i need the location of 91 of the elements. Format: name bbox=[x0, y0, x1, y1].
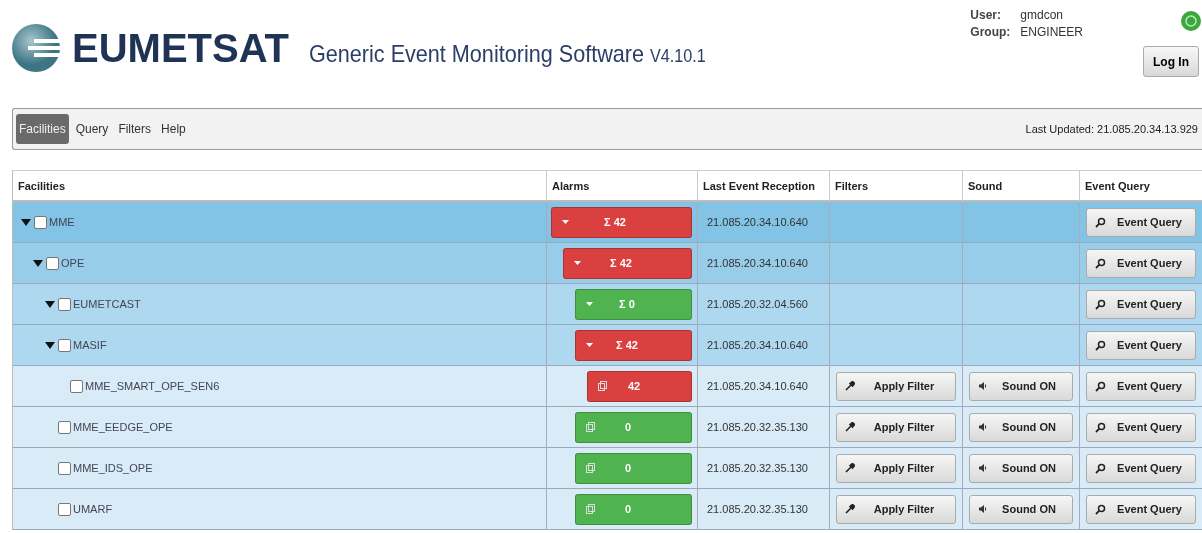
search-icon bbox=[1095, 216, 1106, 228]
sound-button[interactable]: Sound ON bbox=[969, 494, 1073, 524]
last-event-time: 21.085.20.32.35.130 bbox=[707, 503, 808, 515]
logo-wordmark: EUMETSAT bbox=[72, 25, 290, 71]
group-label: Group: bbox=[970, 24, 1011, 41]
facility-name: MASIF bbox=[73, 339, 107, 351]
last-event-time: 21.085.20.34.10.640 bbox=[707, 380, 808, 392]
checkbox[interactable] bbox=[58, 461, 71, 475]
search-icon bbox=[1095, 462, 1106, 474]
clipboard-icon bbox=[586, 504, 595, 514]
column-header: Filters bbox=[830, 171, 963, 202]
user-label: User: bbox=[970, 7, 1002, 24]
expand-arrow-icon[interactable] bbox=[33, 259, 43, 267]
search-icon bbox=[1095, 298, 1106, 310]
facility-name: MME_EEDGE_OPE bbox=[73, 421, 173, 433]
wrench-icon bbox=[845, 422, 855, 432]
speaker-icon bbox=[978, 504, 988, 514]
expand-arrow-icon[interactable] bbox=[45, 300, 55, 308]
checkbox[interactable] bbox=[58, 502, 71, 516]
caret-icon bbox=[562, 220, 569, 224]
apply-filter-button[interactable]: Apply Filter bbox=[836, 453, 956, 483]
search-icon bbox=[1095, 257, 1106, 269]
checkbox[interactable] bbox=[58, 297, 71, 311]
caret-icon bbox=[586, 343, 593, 347]
event-query-button[interactable]: Event Query bbox=[1086, 289, 1196, 319]
clipboard-icon bbox=[586, 463, 595, 473]
event-query-button[interactable]: Event Query bbox=[1086, 453, 1196, 483]
last-event-time: 21.085.20.32.35.130 bbox=[707, 462, 808, 474]
checkbox[interactable] bbox=[58, 338, 71, 352]
globe-logo-icon bbox=[12, 22, 62, 74]
event-query-button[interactable]: Event Query bbox=[1086, 494, 1196, 524]
alarm-count-button[interactable]: Σ 42 bbox=[575, 329, 692, 361]
facility-name: EUMETCAST bbox=[73, 298, 141, 310]
checkbox[interactable] bbox=[58, 420, 71, 434]
sound-button[interactable]: Sound ON bbox=[969, 412, 1073, 442]
event-query-button[interactable]: Event Query bbox=[1086, 207, 1196, 237]
caret-icon bbox=[586, 302, 593, 306]
status-light-icon bbox=[1180, 10, 1202, 32]
sound-button[interactable]: Sound ON bbox=[969, 371, 1073, 401]
speaker-icon bbox=[978, 422, 988, 432]
event-query-button[interactable]: Event Query bbox=[1086, 371, 1196, 401]
search-icon bbox=[1095, 421, 1106, 433]
checkbox[interactable] bbox=[46, 256, 59, 270]
sound-button[interactable]: Sound ON bbox=[969, 453, 1073, 483]
caret-icon bbox=[574, 261, 581, 265]
event-query-button[interactable]: Event Query bbox=[1086, 412, 1196, 442]
menu-tab[interactable]: Filters bbox=[115, 114, 155, 144]
search-icon bbox=[1095, 380, 1106, 392]
apply-filter-button[interactable]: Apply Filter bbox=[836, 371, 956, 401]
wrench-icon bbox=[845, 381, 855, 391]
menu-tab[interactable]: Help bbox=[158, 114, 189, 144]
alarm-count-button[interactable]: Σ 42 bbox=[563, 247, 692, 279]
last-event-time: 21.085.20.32.04.560 bbox=[707, 298, 808, 310]
checkbox[interactable] bbox=[34, 215, 47, 229]
speaker-icon bbox=[978, 463, 988, 473]
event-query-button[interactable]: Event Query bbox=[1086, 330, 1196, 360]
last-event-time: 21.085.20.32.35.130 bbox=[707, 421, 808, 433]
apply-filter-button[interactable]: Apply Filter bbox=[836, 412, 956, 442]
last-event-time: 21.085.20.34.10.640 bbox=[707, 216, 808, 228]
alarm-count-button[interactable]: Σ 42 bbox=[551, 206, 692, 238]
group-name: ENGINEER bbox=[1020, 24, 1083, 41]
last-event-time: 21.085.20.34.10.640 bbox=[707, 339, 808, 351]
event-query-button[interactable]: Event Query bbox=[1086, 248, 1196, 278]
facility-name: MME_SMART_OPE_SEN6 bbox=[85, 380, 220, 392]
wrench-icon bbox=[845, 463, 855, 473]
login-button[interactable]: Log In bbox=[1143, 46, 1199, 77]
facility-name: MME bbox=[49, 216, 75, 228]
user-name: gmdcon bbox=[1020, 7, 1064, 24]
facility-name: UMARF bbox=[73, 503, 113, 515]
clipboard-icon bbox=[598, 381, 607, 391]
apply-filter-button[interactable]: Apply Filter bbox=[836, 494, 956, 524]
facility-name: MME_IDS_OPE bbox=[73, 462, 153, 474]
expand-arrow-icon[interactable] bbox=[21, 218, 31, 226]
alarm-count-button[interactable]: 42 bbox=[587, 370, 692, 402]
facility-name: OPE bbox=[61, 257, 85, 269]
wrench-icon bbox=[845, 504, 855, 514]
last-updated-text: Last Updated: 21.085.20.34.13.929 bbox=[1025, 123, 1199, 135]
search-icon bbox=[1095, 503, 1106, 515]
menu-tab[interactable]: Facilities bbox=[16, 114, 69, 144]
clipboard-icon bbox=[586, 422, 595, 432]
menu-tab[interactable]: Query bbox=[72, 114, 112, 144]
column-header: Last Event Reception bbox=[698, 171, 830, 202]
expand-arrow-icon[interactable] bbox=[45, 341, 55, 349]
app-title: Generic Event Monitoring Software V4.10.1 bbox=[309, 40, 706, 68]
column-header: Facilities bbox=[13, 171, 547, 202]
column-header: Alarms bbox=[547, 171, 698, 202]
column-header: Sound bbox=[963, 171, 1080, 202]
checkbox[interactable] bbox=[70, 379, 83, 393]
last-event-time: 21.085.20.34.10.640 bbox=[707, 257, 808, 269]
speaker-icon bbox=[978, 381, 988, 391]
search-icon bbox=[1095, 339, 1106, 351]
